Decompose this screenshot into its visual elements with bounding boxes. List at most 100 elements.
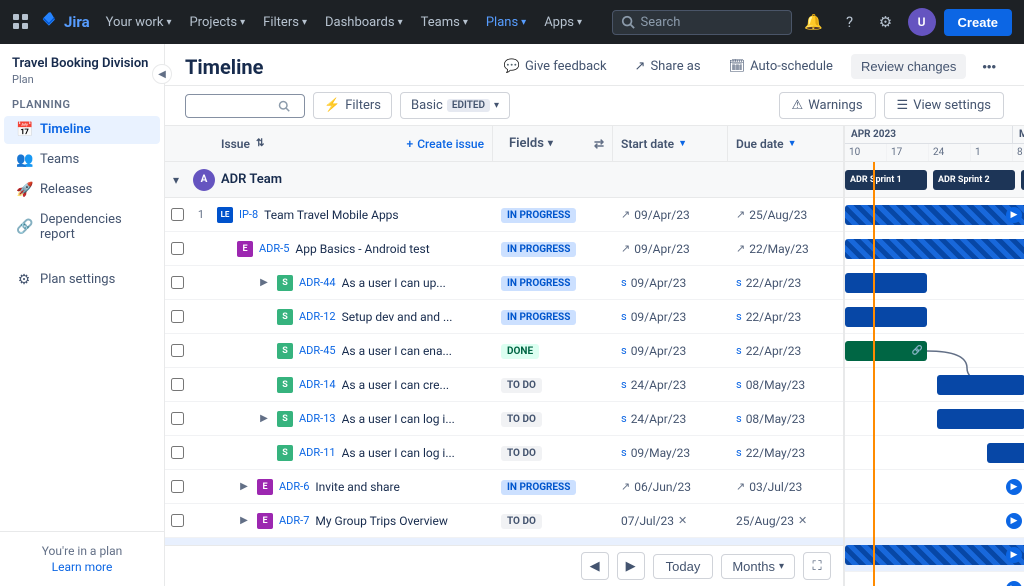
view-settings-button[interactable]: ☰ View settings — [884, 92, 1004, 119]
dashboards-nav[interactable]: Dashboards▾ — [317, 11, 411, 34]
gantt-bar-ip8[interactable] — [845, 205, 1024, 225]
grid-icon[interactable] — [12, 13, 30, 31]
sidebar-plan-settings-label: Plan settings — [40, 272, 115, 287]
create-button[interactable]: Create — [944, 9, 1012, 36]
sidebar-item-dependencies[interactable]: 🔗 Dependencies report — [4, 206, 160, 248]
due-sort-icon: ▼ — [788, 138, 797, 149]
nav-arrow-right[interactable]: ▶ — [1006, 479, 1022, 495]
your-work-nav[interactable]: Your work▾ — [98, 11, 180, 34]
start-arrow-icon: ↗ — [621, 480, 630, 493]
row-checkbox[interactable] — [165, 208, 189, 221]
nav-arrow-right[interactable]: ▶ — [1006, 581, 1022, 586]
fullscreen-button[interactable]: ⛶ — [803, 552, 831, 580]
search-input[interactable] — [194, 99, 274, 113]
nav-arrow-right[interactable]: ▶ — [1006, 513, 1022, 529]
row-checkbox[interactable] — [165, 412, 189, 425]
sidebar-item-releases[interactable]: 🚀 Releases — [4, 176, 160, 204]
expand-button[interactable]: ▶ — [257, 277, 271, 288]
group-chevron: ▾ — [173, 173, 187, 187]
settings-icon[interactable]: ⚙ — [872, 8, 900, 36]
row-checkbox[interactable] — [165, 310, 189, 323]
plans-nav[interactable]: Plans▾ — [478, 11, 534, 34]
issue-key[interactable]: ADR-44 — [299, 276, 336, 289]
gantt-week-24: 24 — [929, 144, 971, 161]
issue-key[interactable]: ADR-5 — [259, 242, 289, 255]
row-checkbox[interactable] — [165, 344, 189, 357]
sidebar-item-plan-settings[interactable]: ⚙ Plan settings — [4, 266, 160, 294]
months-button[interactable]: Months ▾ — [721, 554, 795, 579]
issue-key[interactable]: ADR-7 — [279, 514, 309, 527]
row-checkbox[interactable] — [165, 242, 189, 255]
auto-schedule-button[interactable]: 🗓 Auto-schedule — [719, 54, 843, 79]
today-button[interactable]: Today — [653, 554, 714, 579]
share-as-button[interactable]: ↗ Share as — [625, 54, 711, 79]
user-avatar[interactable]: U — [908, 8, 936, 36]
sidebar-header: Travel Booking Division Plan — [0, 44, 164, 90]
search-box[interactable]: Search — [612, 10, 792, 35]
row-checkbox[interactable] — [165, 446, 189, 459]
expand-button[interactable]: ▶ — [237, 481, 251, 492]
more-options-button[interactable]: ••• — [974, 54, 1004, 79]
issue-key[interactable]: ADR-11 — [299, 446, 336, 459]
issue-key[interactable]: ADR-6 — [279, 480, 309, 493]
issue-summary: Invite and share — [315, 480, 399, 494]
issue-summary: My Group Trips Overview — [315, 514, 447, 528]
filters-button[interactable]: ⚡ Filters — [313, 92, 392, 119]
gantt-row: 🔗 — [845, 436, 1024, 470]
row-checkbox[interactable] — [165, 276, 189, 289]
help-icon[interactable]: ? — [836, 8, 864, 36]
gantt-bar-adr13[interactable] — [937, 409, 1024, 429]
prev-button[interactable]: ◀ — [581, 552, 609, 580]
jira-logo[interactable]: Jira — [38, 11, 90, 33]
apps-nav[interactable]: Apps▾ — [536, 11, 590, 34]
teams-nav[interactable]: Teams▾ — [413, 11, 476, 34]
group-header-adr[interactable]: ▾ A ADR Team — [165, 162, 843, 198]
expand-button[interactable]: ▶ — [237, 515, 251, 526]
expand-button[interactable]: ▶ — [257, 413, 271, 424]
gantt-bar-adr45[interactable]: 🔗 — [845, 341, 927, 361]
review-changes-button[interactable]: Review changes — [851, 54, 966, 79]
next-button[interactable]: ▶ — [617, 552, 645, 580]
learn-more-link[interactable]: Learn more — [12, 560, 152, 574]
row-checkbox[interactable] — [165, 514, 189, 527]
give-feedback-button[interactable]: 💬 Give feedback — [494, 54, 617, 79]
issue-key[interactable]: ADR-13 — [299, 412, 336, 425]
projects-nav[interactable]: Projects▾ — [181, 11, 253, 34]
issue-type-icon: S — [277, 445, 293, 461]
table-row: 2 LE IP-7 New payment systems IN PROGRES… — [165, 538, 843, 545]
row-start: ↗09/Apr/23 — [613, 208, 728, 222]
gantt-bar-adr44[interactable] — [845, 273, 927, 293]
basic-button[interactable]: Basic EDITED ▾ — [400, 92, 510, 119]
row-due: s22/Apr/23 — [728, 310, 843, 324]
create-issue-button[interactable]: + Create issue — [407, 137, 484, 151]
gantt-bar-adr5[interactable] — [845, 239, 1024, 259]
nav-arrow-right[interactable]: ▶ — [1006, 207, 1022, 223]
row-issue: ▶ S ADR-13 As a user I can log i... — [213, 411, 493, 427]
sidebar-item-teams[interactable]: 👥 Teams — [4, 146, 160, 174]
gantt-bar-adr14[interactable] — [937, 375, 1024, 395]
row-due: ↗25/Aug/23 — [728, 208, 843, 222]
notifications-icon[interactable]: 🔔 — [800, 8, 828, 36]
filters-nav[interactable]: Filters▾ — [255, 11, 315, 34]
gantt-bar-ip7[interactable] — [845, 545, 1024, 565]
issue-summary: As a user I can cre... — [342, 378, 449, 392]
dependency-arrow — [927, 334, 1007, 368]
search-input-box[interactable] — [185, 94, 305, 118]
issue-key[interactable]: ADR-45 — [299, 344, 336, 357]
gantt-row — [845, 368, 1024, 402]
row-checkbox[interactable] — [165, 378, 189, 391]
fields-button[interactable]: Fields ▾ — [501, 132, 561, 155]
gantt-bar-adr12[interactable] — [845, 307, 927, 327]
row-issue: S ADR-12 Setup dev and and ... — [213, 309, 493, 325]
sidebar-collapse-button[interactable]: ◀ — [152, 64, 172, 84]
warnings-button[interactable]: ⚠ Warnings — [779, 92, 876, 119]
row-checkbox[interactable] — [165, 480, 189, 493]
nav-arrow-right[interactable]: ▶ — [1006, 547, 1022, 563]
gantt-bar-adr11[interactable]: 🔗 — [987, 443, 1024, 463]
issue-key[interactable]: ADR-12 — [299, 310, 336, 323]
gantt-month-may: MAY 2023 — [1013, 126, 1024, 143]
sidebar-item-timeline[interactable]: 📅 Timeline — [4, 116, 160, 144]
issue-key[interactable]: IP-8 — [239, 208, 258, 221]
issue-key[interactable]: ADR-14 — [299, 378, 336, 391]
gantt-months-header: APR 2023 MAY 2023 JUN 2023 — [845, 126, 1024, 144]
